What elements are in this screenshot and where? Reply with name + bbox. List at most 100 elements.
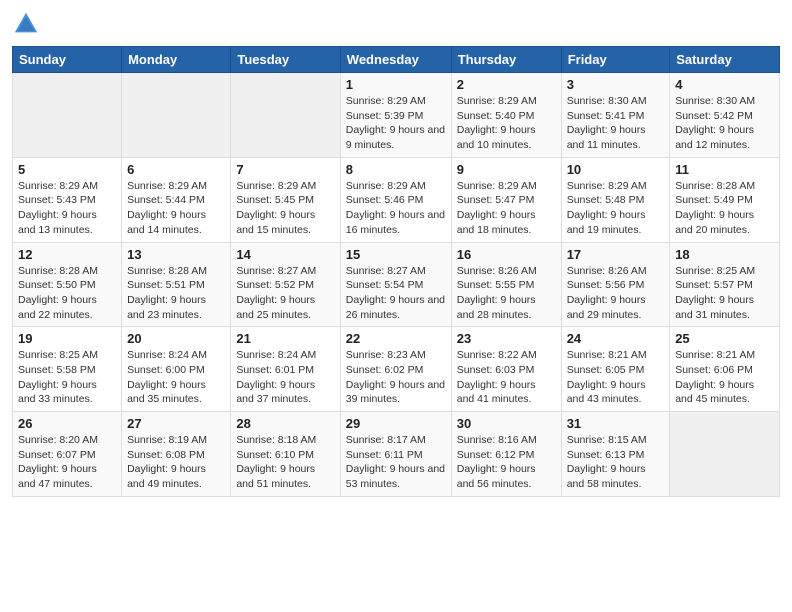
day-number: 24: [567, 331, 665, 346]
logo-icon: [12, 10, 40, 38]
day-content: Sunrise: 8:25 AM Sunset: 5:58 PM Dayligh…: [18, 348, 116, 407]
calendar-cell: 22 Sunrise: 8:23 AM Sunset: 6:02 PM Dayli…: [340, 327, 451, 412]
calendar-day-header: Wednesday: [340, 47, 451, 73]
day-number: 14: [236, 247, 334, 262]
calendar-cell: 16 Sunrise: 8:26 AM Sunset: 5:55 PM Dayli…: [451, 242, 561, 327]
day-content: Sunrise: 8:20 AM Sunset: 6:07 PM Dayligh…: [18, 433, 116, 492]
day-number: 29: [346, 416, 446, 431]
day-number: 9: [457, 162, 556, 177]
day-number: 3: [567, 77, 665, 92]
day-content: Sunrise: 8:15 AM Sunset: 6:13 PM Dayligh…: [567, 433, 665, 492]
day-content: Sunrise: 8:28 AM Sunset: 5:49 PM Dayligh…: [675, 179, 774, 238]
day-content: Sunrise: 8:22 AM Sunset: 6:03 PM Dayligh…: [457, 348, 556, 407]
day-number: 20: [127, 331, 225, 346]
day-number: 23: [457, 331, 556, 346]
calendar-cell: 19 Sunrise: 8:25 AM Sunset: 5:58 PM Dayli…: [13, 327, 122, 412]
day-number: 8: [346, 162, 446, 177]
calendar-cell: 1 Sunrise: 8:29 AM Sunset: 5:39 PM Daylig…: [340, 73, 451, 158]
day-content: Sunrise: 8:25 AM Sunset: 5:57 PM Dayligh…: [675, 264, 774, 323]
day-content: Sunrise: 8:30 AM Sunset: 5:41 PM Dayligh…: [567, 94, 665, 153]
calendar-cell: 11Sunrise: 8:28 AM Sunset: 5:49 PM Dayli…: [670, 157, 780, 242]
calendar-cell: 20 Sunrise: 8:24 AM Sunset: 6:00 PM Dayli…: [122, 327, 231, 412]
day-content: Sunrise: 8:23 AM Sunset: 6:02 PM Dayligh…: [346, 348, 446, 407]
calendar-cell: 21 Sunrise: 8:24 AM Sunset: 6:01 PM Dayli…: [231, 327, 340, 412]
calendar-header-row: SundayMondayTuesdayWednesdayThursdayFrid…: [13, 47, 780, 73]
day-number: 6: [127, 162, 225, 177]
day-number: 10: [567, 162, 665, 177]
day-number: 18: [675, 247, 774, 262]
day-content: Sunrise: 8:28 AM Sunset: 5:50 PM Dayligh…: [18, 264, 116, 323]
day-number: 7: [236, 162, 334, 177]
calendar-day-header: Tuesday: [231, 47, 340, 73]
day-content: Sunrise: 8:29 AM Sunset: 5:39 PM Dayligh…: [346, 94, 446, 153]
header: [12, 10, 780, 38]
calendar-cell: [13, 73, 122, 158]
day-content: Sunrise: 8:29 AM Sunset: 5:43 PM Dayligh…: [18, 179, 116, 238]
day-content: Sunrise: 8:24 AM Sunset: 6:01 PM Dayligh…: [236, 348, 334, 407]
day-content: Sunrise: 8:27 AM Sunset: 5:52 PM Dayligh…: [236, 264, 334, 323]
day-number: 19: [18, 331, 116, 346]
day-number: 5: [18, 162, 116, 177]
calendar-cell: 30 Sunrise: 8:16 AM Sunset: 6:12 PM Dayli…: [451, 412, 561, 497]
calendar-day-header: Monday: [122, 47, 231, 73]
calendar-cell: 17 Sunrise: 8:26 AM Sunset: 5:56 PM Dayli…: [561, 242, 670, 327]
calendar-cell: 7 Sunrise: 8:29 AM Sunset: 5:45 PM Daylig…: [231, 157, 340, 242]
day-content: Sunrise: 8:21 AM Sunset: 6:06 PM Dayligh…: [675, 348, 774, 407]
day-number: 13: [127, 247, 225, 262]
day-content: Sunrise: 8:29 AM Sunset: 5:46 PM Dayligh…: [346, 179, 446, 238]
day-content: Sunrise: 8:17 AM Sunset: 6:11 PM Dayligh…: [346, 433, 446, 492]
day-content: Sunrise: 8:29 AM Sunset: 5:45 PM Dayligh…: [236, 179, 334, 238]
calendar-cell: 9 Sunrise: 8:29 AM Sunset: 5:47 PM Daylig…: [451, 157, 561, 242]
day-content: Sunrise: 8:28 AM Sunset: 5:51 PM Dayligh…: [127, 264, 225, 323]
calendar-cell: 12Sunrise: 8:28 AM Sunset: 5:50 PM Dayli…: [13, 242, 122, 327]
calendar-cell: 8 Sunrise: 8:29 AM Sunset: 5:46 PM Daylig…: [340, 157, 451, 242]
calendar-week-row: 26Sunrise: 8:20 AM Sunset: 6:07 PM Dayli…: [13, 412, 780, 497]
day-content: Sunrise: 8:30 AM Sunset: 5:42 PM Dayligh…: [675, 94, 774, 153]
day-number: 21: [236, 331, 334, 346]
logo: [12, 10, 44, 38]
day-number: 16: [457, 247, 556, 262]
day-content: Sunrise: 8:27 AM Sunset: 5:54 PM Dayligh…: [346, 264, 446, 323]
calendar-week-row: 19 Sunrise: 8:25 AM Sunset: 5:58 PM Dayli…: [13, 327, 780, 412]
calendar-day-header: Thursday: [451, 47, 561, 73]
day-number: 17: [567, 247, 665, 262]
day-content: Sunrise: 8:16 AM Sunset: 6:12 PM Dayligh…: [457, 433, 556, 492]
calendar-cell: 14 Sunrise: 8:27 AM Sunset: 5:52 PM Dayli…: [231, 242, 340, 327]
calendar-day-header: Friday: [561, 47, 670, 73]
calendar-day-header: Saturday: [670, 47, 780, 73]
day-number: 2: [457, 77, 556, 92]
calendar-cell: 15 Sunrise: 8:27 AM Sunset: 5:54 PM Dayli…: [340, 242, 451, 327]
calendar-cell: 27Sunrise: 8:19 AM Sunset: 6:08 PM Dayli…: [122, 412, 231, 497]
calendar-week-row: 5 Sunrise: 8:29 AM Sunset: 5:43 PM Daylig…: [13, 157, 780, 242]
day-number: 22: [346, 331, 446, 346]
calendar-cell: [231, 73, 340, 158]
day-number: 30: [457, 416, 556, 431]
day-content: Sunrise: 8:29 AM Sunset: 5:47 PM Dayligh…: [457, 179, 556, 238]
calendar-cell: 4 Sunrise: 8:30 AM Sunset: 5:42 PM Daylig…: [670, 73, 780, 158]
calendar-cell: 2 Sunrise: 8:29 AM Sunset: 5:40 PM Daylig…: [451, 73, 561, 158]
calendar-cell: 31 Sunrise: 8:15 AM Sunset: 6:13 PM Dayli…: [561, 412, 670, 497]
calendar-cell: 10 Sunrise: 8:29 AM Sunset: 5:48 PM Dayli…: [561, 157, 670, 242]
calendar-cell: 3 Sunrise: 8:30 AM Sunset: 5:41 PM Daylig…: [561, 73, 670, 158]
day-number: 1: [346, 77, 446, 92]
day-content: Sunrise: 8:29 AM Sunset: 5:48 PM Dayligh…: [567, 179, 665, 238]
calendar-cell: 18 Sunrise: 8:25 AM Sunset: 5:57 PM Dayli…: [670, 242, 780, 327]
day-content: Sunrise: 8:21 AM Sunset: 6:05 PM Dayligh…: [567, 348, 665, 407]
day-content: Sunrise: 8:29 AM Sunset: 5:44 PM Dayligh…: [127, 179, 225, 238]
day-content: Sunrise: 8:29 AM Sunset: 5:40 PM Dayligh…: [457, 94, 556, 153]
day-number: 25: [675, 331, 774, 346]
calendar-cell: 5 Sunrise: 8:29 AM Sunset: 5:43 PM Daylig…: [13, 157, 122, 242]
calendar-cell: [122, 73, 231, 158]
day-number: 4: [675, 77, 774, 92]
calendar-cell: 28Sunrise: 8:18 AM Sunset: 6:10 PM Dayli…: [231, 412, 340, 497]
day-number: 31: [567, 416, 665, 431]
day-content: Sunrise: 8:26 AM Sunset: 5:56 PM Dayligh…: [567, 264, 665, 323]
calendar-cell: 13 Sunrise: 8:28 AM Sunset: 5:51 PM Dayli…: [122, 242, 231, 327]
day-number: 15: [346, 247, 446, 262]
day-number: 27: [127, 416, 225, 431]
calendar-cell: 23 Sunrise: 8:22 AM Sunset: 6:03 PM Dayli…: [451, 327, 561, 412]
calendar-week-row: 1 Sunrise: 8:29 AM Sunset: 5:39 PM Daylig…: [13, 73, 780, 158]
day-content: Sunrise: 8:24 AM Sunset: 6:00 PM Dayligh…: [127, 348, 225, 407]
day-content: Sunrise: 8:26 AM Sunset: 5:55 PM Dayligh…: [457, 264, 556, 323]
calendar-cell: 29 Sunrise: 8:17 AM Sunset: 6:11 PM Dayli…: [340, 412, 451, 497]
